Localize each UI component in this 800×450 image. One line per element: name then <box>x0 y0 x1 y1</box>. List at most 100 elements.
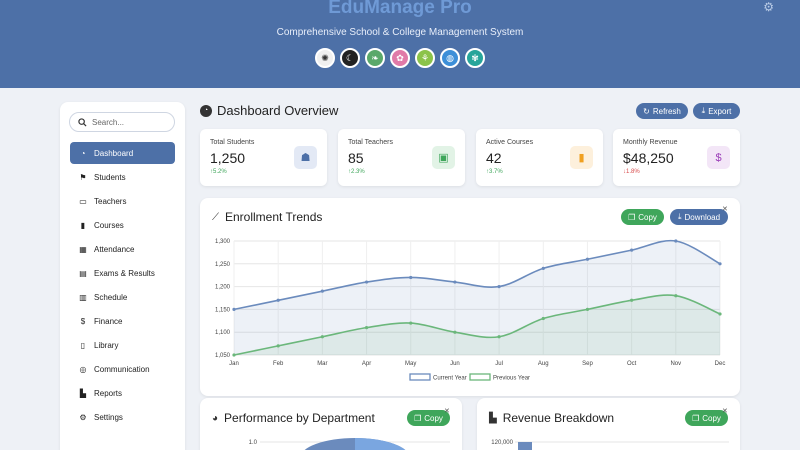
y-tick-label: 1,050 <box>215 353 231 359</box>
sidebar-item-dashboard[interactable]: ◔ Dashboard <box>70 142 175 164</box>
dashboard-icon: ◔ <box>200 104 212 117</box>
nav-icon: ▮ <box>80 220 86 230</box>
data-point <box>674 294 678 298</box>
palette-icon[interactable]: ✿ <box>390 48 410 68</box>
sun-icon[interactable]: ✺ <box>315 48 335 68</box>
data-point <box>232 353 236 357</box>
nav-icon: ▙ <box>79 388 87 398</box>
stat-label: Monthly Revenue <box>623 139 678 146</box>
app-subtitle: Comprehensive School & College Managemen… <box>276 27 524 38</box>
data-point <box>541 266 545 270</box>
nav-icon: ◎ <box>79 364 87 374</box>
x-tick-label: Mar <box>317 361 327 367</box>
search-input[interactable] <box>92 117 172 127</box>
revenue-bar <box>518 442 532 450</box>
pie-tick-label: 1.0 <box>249 440 258 446</box>
sidebar-item-reports[interactable]: ▙ Reports <box>70 382 175 404</box>
moon-icon[interactable]: ☾ <box>340 48 360 68</box>
stat-value: $48,250 <box>623 150 674 166</box>
legend-swatch <box>469 373 491 381</box>
data-point <box>674 239 678 243</box>
x-tick-label: Sep <box>582 361 593 367</box>
enrollment-chart: 1,050 1,100 1,150 1,200 1,250 1,300 Jan Feb Mar A… <box>215 239 725 382</box>
data-point <box>364 280 369 284</box>
x-tick-label: Apr <box>362 361 371 367</box>
data-point <box>232 307 236 311</box>
export-button[interactable]: ⤓ Export <box>693 103 740 119</box>
stat-card: Total Students 1,250 ↑5.2% ☗ <box>200 129 327 186</box>
sidebar-item-label: Attendance <box>94 244 135 254</box>
nav-icon: ▤ <box>79 268 87 278</box>
x-tick-label: Jun <box>450 361 460 367</box>
nav-icon: ⚑ <box>79 172 87 182</box>
sidebar-item-label: Settings <box>94 412 123 422</box>
refresh-button[interactable]: ↻ Refresh <box>636 103 688 119</box>
stat-change: ↑5.2% <box>210 169 227 175</box>
data-point <box>320 289 324 293</box>
x-tick-label: Oct <box>627 361 637 367</box>
leaf-icon[interactable]: ❧ <box>365 48 385 68</box>
sidebar-item-library[interactable]: ▯ Library <box>70 334 175 356</box>
data-point <box>585 307 590 311</box>
data-point <box>364 326 369 330</box>
y-tick-label: 1,200 <box>215 285 231 291</box>
stat-card: Total Teachers 85 ↑2.3% ▣ <box>338 129 465 186</box>
data-point <box>497 335 501 339</box>
nav-icon: ⚙ <box>79 412 87 422</box>
lotus-icon[interactable]: ✾ <box>465 48 485 68</box>
sidebar-item-exams-results[interactable]: ▤ Exams & Results <box>70 262 175 284</box>
seedling-icon[interactable]: ⚘ <box>415 48 435 68</box>
y-tick-label: 1,250 <box>215 262 231 268</box>
stat-value: 42 <box>486 150 502 166</box>
nav-icon: ▥ <box>79 292 87 302</box>
data-point <box>497 285 501 289</box>
x-tick-label: May <box>405 361 416 367</box>
nav-icon: $ <box>80 316 86 326</box>
sidebar-item-teachers[interactable]: ▭ Teachers <box>70 190 175 212</box>
data-point <box>541 316 545 321</box>
sidebar-item-label: Schedule <box>94 292 128 302</box>
stat-label: Active Courses <box>486 139 534 146</box>
sidebar-item-attendance[interactable]: ▦ Attendance <box>70 238 175 260</box>
nav-icon: ▯ <box>80 340 86 350</box>
data-point <box>453 330 457 334</box>
sidebar-item-label: Dashboard <box>94 148 134 158</box>
revenue-panel: ▙ Revenue Breakdown ❐ Copy ✕ 120,000 <box>477 398 740 450</box>
search-box[interactable] <box>69 112 175 132</box>
stat-change: ↑2.3% <box>348 169 365 175</box>
download-icon: ⤓ <box>701 106 706 115</box>
sidebar-item-communication[interactable]: ◎ Communication <box>70 358 175 380</box>
stat-value: 85 <box>348 150 364 166</box>
nav-icon: ▭ <box>79 196 87 206</box>
sidebar-item-label: Communication <box>94 364 150 374</box>
sidebar-item-finance[interactable]: $ Finance <box>70 310 175 332</box>
sidebar-item-schedule[interactable]: ▥ Schedule <box>70 286 175 308</box>
sidebar-item-label: Students <box>94 172 126 182</box>
stat-card: Active Courses 42 ↑3.7% ▮ <box>476 129 603 186</box>
sidebar-item-courses[interactable]: ▮ Courses <box>70 214 175 236</box>
stat-label: Total Students <box>210 139 255 146</box>
sidebar-nav: ◔ Dashboard ⚑ Students ▭ Teachers ▮ Courses ▦ Att… <box>70 142 175 430</box>
sidebar-item-label: Reports <box>94 388 123 398</box>
nav-icon: ▦ <box>79 244 87 254</box>
refresh-icon: ↻ <box>643 106 650 116</box>
refresh-label: Refresh <box>652 106 681 116</box>
nav-icon: ◔ <box>80 148 86 158</box>
data-point <box>276 344 280 348</box>
app-header: EduManage Pro Comprehensive School & Col… <box>0 0 800 88</box>
enrollment-trends-panel: ⟋ Enrollment Trends ❐ Copy ⤓ Download ✕ … <box>200 198 740 396</box>
x-tick-label: Feb <box>273 361 284 367</box>
y-tick-label: 1,100 <box>215 330 231 336</box>
stat-change: ↓1.8% <box>623 169 640 175</box>
sidebar-item-students[interactable]: ⚑ Students <box>70 166 175 188</box>
legend-label: Previous Year <box>493 376 530 382</box>
x-tick-label: Nov <box>670 361 681 367</box>
data-point <box>630 298 634 302</box>
droplet-icon[interactable]: ◍ <box>440 48 460 68</box>
sidebar-item-settings[interactable]: ⚙ Settings <box>70 406 175 428</box>
settings-gear-icon[interactable]: ⚙ <box>763 0 774 14</box>
y-tick-label: 1,300 <box>215 239 231 245</box>
data-point <box>718 312 722 316</box>
stat-change: ↑3.7% <box>486 169 503 175</box>
graduate-icon: ☗ <box>294 146 317 169</box>
